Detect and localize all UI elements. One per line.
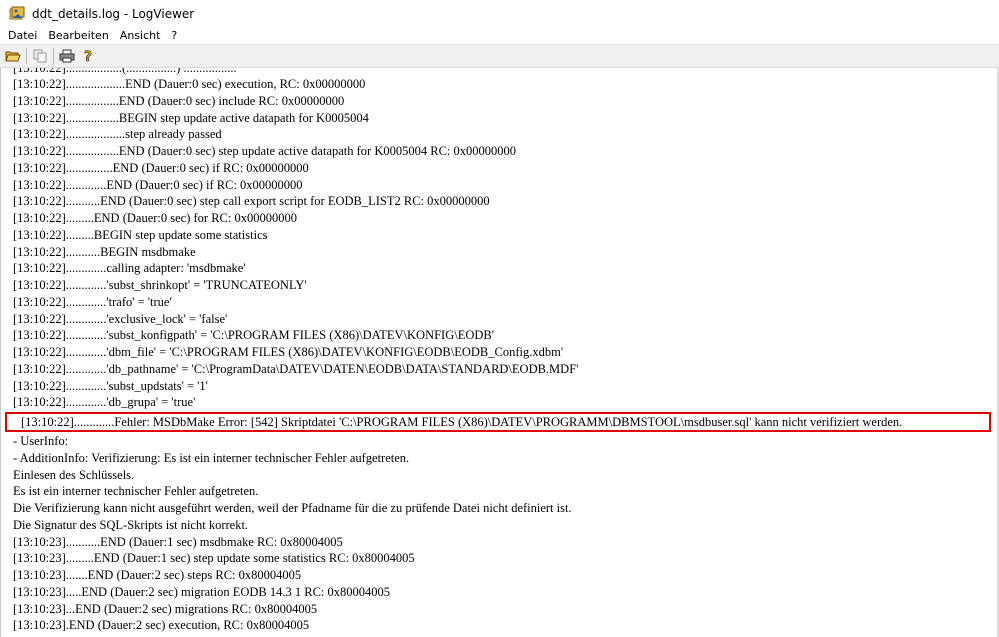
toolbar-separator <box>26 48 27 64</box>
log-line: [13:10:22].............'trafo' = 'true' <box>13 294 172 309</box>
logviewer-app-icon <box>9 6 25 22</box>
log-line: [13:10:22]...................step alread… <box>13 127 222 142</box>
log-line: [13:10:22].............'subst_shrinkopt'… <box>13 278 307 292</box>
log-line-error-highlighted: [13:10:22].............Fehler: MSDbMake … <box>5 412 991 432</box>
log-line: [13:10:22].........END (Dauer:0 sec) for… <box>13 211 297 225</box>
help-icon[interactable]: ? <box>80 47 98 65</box>
log-line: - AdditionInfo: Verifizierung: Es ist ei… <box>13 450 410 465</box>
log-line: [13:10:23]...END (Dauer:2 sec) migration… <box>13 601 318 616</box>
log-line: [13:10:22].............END (Dauer:0 sec)… <box>13 177 303 192</box>
log-line: [13:10:23].END (Dauer:2 sec) execution, … <box>13 618 310 633</box>
log-line: [13:10:22].............calling adapter: … <box>13 261 246 276</box>
log-line: [13:10:22].................BEGIN step up… <box>13 110 369 125</box>
log-line: [13:10:22].............'exclusive_lock' … <box>13 311 228 326</box>
log-line: [13:10:22].............'subst_konfigpath… <box>13 328 494 343</box>
toolbar: ? <box>0 44 999 68</box>
menu-help[interactable]: ? <box>165 29 182 42</box>
log-line: Einlesen des Schlüssels. <box>13 467 135 482</box>
menu-datei[interactable]: Datei <box>0 29 42 42</box>
log-line: [13:10:23].........END (Dauer:1 sec) ste… <box>13 551 415 566</box>
log-line: [13:10:22]...................END (Dauer:… <box>13 77 366 91</box>
log-line: [13:10:23]...........END (Dauer:1 sec) m… <box>13 534 343 549</box>
svg-text:?: ? <box>84 49 92 64</box>
menu-bar: Datei Bearbeiten Ansicht ? <box>0 27 999 44</box>
menu-ansicht[interactable]: Ansicht <box>114 29 166 42</box>
log-line: Die Verifizierung kann nicht ausgeführt … <box>13 501 572 515</box>
log-line: [13:10:23].......END (Dauer:2 sec) steps… <box>13 568 302 582</box>
log-line: [13:10:23].....END (Dauer:2 sec) migrati… <box>13 584 391 599</box>
log-view[interactable]: [13:10:22]..................(...........… <box>0 68 999 637</box>
log-line: - UserInfo: <box>13 434 69 448</box>
log-line: [13:10:22]...............END (Dauer:0 se… <box>13 160 309 175</box>
log-line: [13:10:22].............'subst_updstats' … <box>13 378 208 393</box>
toolbar-separator <box>53 48 54 64</box>
open-folder-icon[interactable] <box>4 47 22 65</box>
window-title: ddt_details.log - LogViewer <box>32 6 195 21</box>
log-line: Es ist ein interner technischer Fehler a… <box>13 484 259 499</box>
log-line: [13:10:22].................END (Dauer:0 … <box>13 93 345 108</box>
title-bar: ddt_details.log - LogViewer <box>0 0 999 27</box>
log-line: [13:10:22].................END (Dauer:0 … <box>13 144 517 158</box>
log-line-partial: [13:10:22]..................(...........… <box>13 68 237 75</box>
log-line: [13:10:22].............'dbm_file' = 'C:\… <box>13 345 564 359</box>
log-line: [13:10:22].............'db_pathname' = '… <box>13 361 579 376</box>
menu-bearbeiten[interactable]: Bearbeiten <box>42 29 113 42</box>
print-icon[interactable] <box>58 47 76 65</box>
copy-icon[interactable] <box>31 47 49 65</box>
log-line: [13:10:22].............'db_grupa' = 'tru… <box>13 395 196 410</box>
log-line: [13:10:22]...........END (Dauer:0 sec) s… <box>13 194 490 209</box>
log-line: Die Signatur des SQL-Skripts ist nicht k… <box>13 517 249 532</box>
log-line: [13:10:22]...........BEGIN msdbmake <box>13 244 196 259</box>
log-line: [13:10:22].........BEGIN step update som… <box>13 227 268 242</box>
